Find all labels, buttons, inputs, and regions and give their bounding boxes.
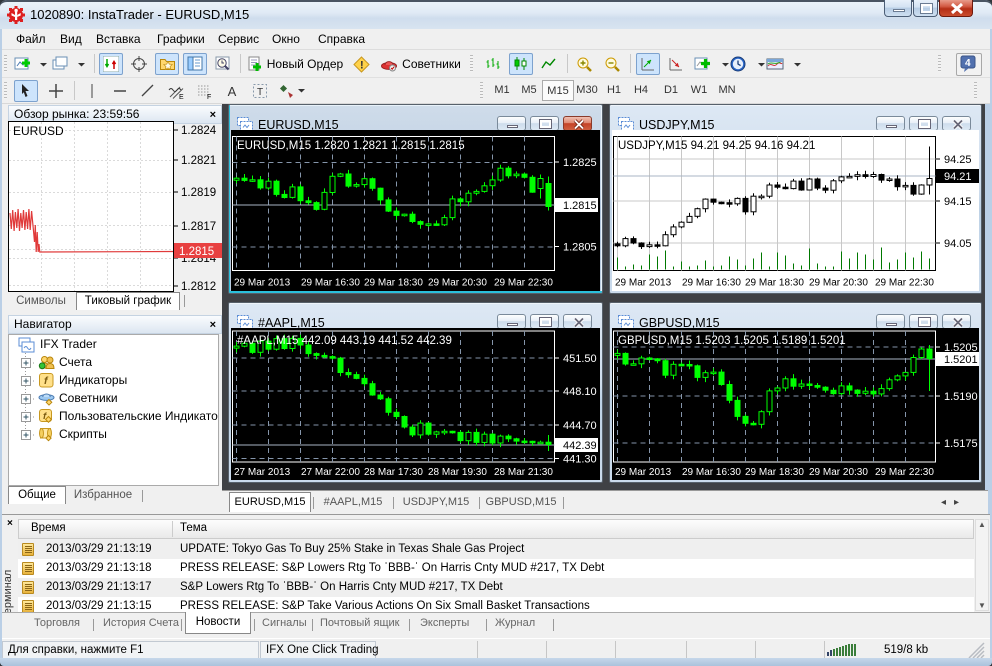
svg-text:1.2812: 1.2812 [181, 281, 216, 293]
svg-text:28 Mar 19:30: 28 Mar 19:30 [428, 467, 487, 478]
svg-text:27 Mar 2013: 27 Mar 2013 [234, 467, 291, 478]
svg-text:27 Mar 22:00: 27 Mar 22:00 [301, 467, 360, 478]
svg-text:29 Mar 18:30: 29 Mar 18:30 [745, 278, 804, 289]
svg-text:29 Mar 18:30: 29 Mar 18:30 [364, 278, 423, 289]
svg-text:1.2824: 1.2824 [181, 125, 217, 137]
svg-text:1.2821: 1.2821 [181, 155, 216, 167]
svg-text:E: E [179, 94, 184, 100]
svg-text:29 Mar 22:30: 29 Mar 22:30 [875, 278, 934, 289]
svg-text:29 Mar 20:30: 29 Mar 20:30 [809, 278, 868, 289]
svg-text:442.39: 442.39 [563, 440, 597, 452]
svg-text:1.2817: 1.2817 [181, 221, 216, 233]
svg-text:28 Mar 17:30: 28 Mar 17:30 [364, 467, 423, 478]
svg-text:USDJPY,M15 94.21 94.25 94.16: USDJPY,M15 94.21 94.25 94.16 94.21 [618, 140, 815, 152]
svg-text:451.50: 451.50 [563, 353, 597, 365]
svg-text:441.30: 441.30 [563, 454, 597, 466]
svg-text:GBPUSD,M15 1.5203 1.5205 1.51: GBPUSD,M15 1.5203 1.5205 1.5189 1.5201 [618, 335, 846, 347]
svg-text:1.5201: 1.5201 [944, 354, 978, 366]
svg-text:29 Mar 16:30: 29 Mar 16:30 [301, 278, 360, 289]
svg-text:444.70: 444.70 [563, 420, 597, 432]
svg-text:4: 4 [965, 58, 971, 69]
svg-text:29 Mar 22:30: 29 Mar 22:30 [875, 467, 934, 478]
svg-text:T: T [257, 87, 263, 98]
svg-text:28 Mar 21:30: 28 Mar 21:30 [494, 467, 553, 478]
svg-text:F: F [207, 94, 211, 100]
svg-text:EURUSD,M15 1.2820 1.2821 1.28: EURUSD,M15 1.2820 1.2821 1.2815 1.2815 [237, 140, 465, 152]
svg-text:448.10: 448.10 [563, 386, 597, 398]
svg-text:1.2815: 1.2815 [563, 200, 597, 212]
svg-text:29 Mar 2013: 29 Mar 2013 [615, 467, 672, 478]
svg-text:!: ! [360, 59, 364, 71]
svg-text:94.15: 94.15 [944, 196, 972, 208]
svg-text:29 Mar 20:30: 29 Mar 20:30 [428, 278, 487, 289]
svg-text:29 Mar 16:30: 29 Mar 16:30 [682, 278, 741, 289]
svg-text:1.5190: 1.5190 [944, 391, 978, 403]
svg-text:29 Mar 18:30: 29 Mar 18:30 [745, 467, 804, 478]
svg-text:1.2805: 1.2805 [563, 242, 597, 254]
svg-text:29 Mar 2013: 29 Mar 2013 [615, 278, 672, 289]
svg-text:29 Mar 22:30: 29 Mar 22:30 [494, 278, 553, 289]
svg-text:94.25: 94.25 [944, 154, 972, 166]
svg-text:#AAPL,M15 442.09 443.19 441.5: #AAPL,M15 442.09 443.19 441.52 442.39 [237, 335, 452, 347]
svg-text:EURUSD: EURUSD [13, 124, 64, 138]
svg-text:1.2815: 1.2815 [179, 246, 214, 258]
svg-text:29 Mar 16:30: 29 Mar 16:30 [682, 467, 741, 478]
svg-text:94.21: 94.21 [944, 171, 972, 183]
svg-text:94.05: 94.05 [944, 238, 972, 250]
svg-text:29 Mar 20:30: 29 Mar 20:30 [809, 467, 868, 478]
svg-text:29 Mar 2013: 29 Mar 2013 [234, 278, 291, 289]
svg-text:1.5175: 1.5175 [944, 438, 978, 450]
svg-text:1.2825: 1.2825 [563, 157, 597, 169]
svg-text:1.2819: 1.2819 [181, 187, 216, 199]
